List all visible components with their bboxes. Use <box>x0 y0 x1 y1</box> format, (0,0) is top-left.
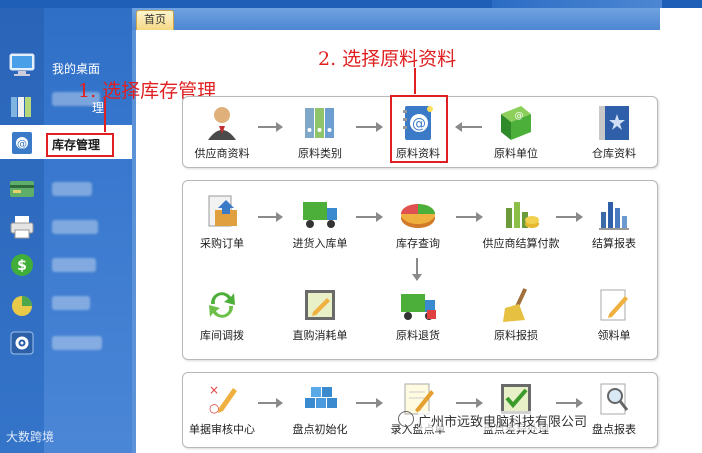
svg-text:$: $ <box>17 258 27 274</box>
item-label: 原料单位 <box>494 147 538 160</box>
item-transfer[interactable]: 库间调拨 <box>182 286 262 343</box>
item-warehouse[interactable]: 仓库资料 <box>574 104 654 161</box>
blurred-label <box>52 220 98 234</box>
item-label: 仓库资料 <box>592 147 636 160</box>
annotation-arrow-step2 <box>414 68 416 94</box>
item-label: 库间调拨 <box>200 329 244 342</box>
item-supplier-payment[interactable]: 供应商结算付款 <box>476 194 566 251</box>
address-book-icon[interactable]: @ <box>8 130 36 156</box>
item-label: 供应商资料 <box>194 147 250 160</box>
annotation-step2: 2. 选择原料资料 <box>318 48 457 70</box>
item-settlement-report[interactable]: 结算报表 <box>574 194 654 251</box>
chart-icon[interactable] <box>8 292 36 318</box>
item-label: 原料类别 <box>298 147 342 160</box>
truck-icon <box>301 194 339 232</box>
flow-arrow <box>258 122 283 132</box>
bar-report-icon <box>595 194 633 232</box>
item-material-category[interactable]: 原料类别 <box>280 104 360 161</box>
tab-strip <box>132 8 660 30</box>
item-label: 库存查询 <box>396 237 440 250</box>
svg-text:×: × <box>209 383 219 397</box>
item-label: 直购消耗单 <box>292 329 348 342</box>
note-pencil-icon <box>595 286 633 324</box>
item-label: 供应商结算付款 <box>482 237 560 250</box>
broom-icon <box>497 286 535 324</box>
cubes-icon <box>301 380 339 418</box>
item-inventory-query[interactable]: 库存查询 <box>378 194 458 251</box>
item-direct-consume[interactable]: 直购消耗单 <box>280 286 360 343</box>
svg-text:@: @ <box>515 111 524 121</box>
audit-icon: × ○ <box>203 380 241 418</box>
blurred-label <box>52 336 102 350</box>
purchase-order-icon <box>203 194 241 232</box>
monitor-icon[interactable] <box>8 52 36 78</box>
svg-text:@: @ <box>17 139 27 150</box>
item-label: 单据审核中心 <box>189 423 255 436</box>
item-supplier[interactable]: 供应商资料 <box>182 104 262 161</box>
top-bar-strip <box>492 0 662 8</box>
blurred-label <box>52 258 96 272</box>
flow-arrow-down <box>412 258 422 281</box>
edit-board-icon <box>301 286 339 324</box>
item-label: 原料报损 <box>494 329 538 342</box>
item-label: 采购订单 <box>200 237 244 250</box>
refresh-icon <box>203 286 241 324</box>
company-watermark: 广州市远致电脑科技有限公司 <box>418 411 588 430</box>
binders-icon <box>301 104 339 142</box>
supplier-person-icon <box>203 104 241 142</box>
wechat-icon <box>398 411 414 427</box>
item-audit-center[interactable]: × ○ 单据审核中心 <box>182 380 262 437</box>
item-material-return[interactable]: 原料退货 <box>378 286 458 343</box>
item-purchase-order[interactable]: 采购订单 <box>182 194 262 251</box>
highlight-box-inventory <box>46 133 114 157</box>
sidebar-item-desktop[interactable]: 我的桌面 <box>52 60 100 77</box>
blurred-label <box>52 182 92 196</box>
item-material-unit[interactable]: @ 原料单位 <box>476 104 556 161</box>
flow-arrow <box>258 398 283 408</box>
item-requisition[interactable]: 领料单 <box>574 286 654 343</box>
item-label: 进货入库单 <box>292 237 348 250</box>
gear-icon[interactable] <box>8 330 36 356</box>
green-book-icon: @ <box>497 104 535 142</box>
pie-chart-icon <box>399 194 437 232</box>
item-stocktake-init[interactable]: 盘点初始化 <box>280 380 360 437</box>
svg-text:○: ○ <box>209 401 219 415</box>
right-margin <box>660 8 702 453</box>
window-top-bar <box>0 0 702 8</box>
dollar-icon[interactable]: $ <box>8 252 36 278</box>
return-truck-icon <box>399 286 437 324</box>
item-label: 领料单 <box>597 329 631 342</box>
coins-chart-icon <box>502 194 540 232</box>
books-icon[interactable] <box>8 94 36 120</box>
item-label: 结算报表 <box>592 237 636 250</box>
tab-home[interactable]: 首页 <box>136 10 174 30</box>
brand-watermark: 大数跨境 <box>6 430 55 444</box>
item-stock-in[interactable]: 进货入库单 <box>280 194 360 251</box>
item-label: 盘点初始化 <box>292 423 348 436</box>
card-icon[interactable] <box>8 176 36 202</box>
magnifier-report-icon <box>595 380 633 418</box>
printer-icon[interactable] <box>8 214 36 240</box>
blue-star-book-icon <box>595 104 633 142</box>
highlight-box-material-data <box>390 95 448 163</box>
flow-arrow <box>258 212 283 222</box>
item-material-loss[interactable]: 原料报损 <box>476 286 556 343</box>
item-label: 原料退货 <box>396 329 440 342</box>
blurred-label <box>52 296 90 310</box>
annotation-arrow-step1 <box>104 98 106 132</box>
